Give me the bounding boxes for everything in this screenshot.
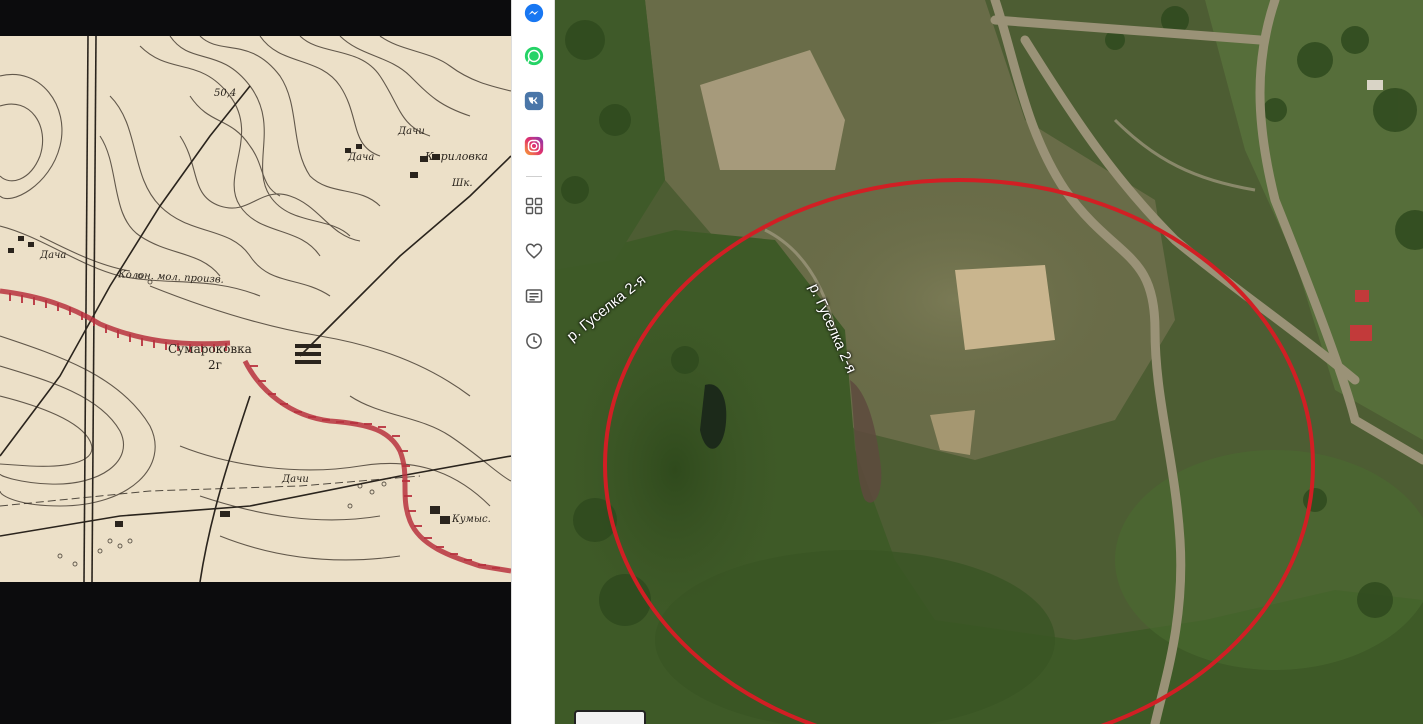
old-map-panel: 50,4 Дачи Дача Кириловка Шк. Дача Колон.…	[0, 0, 511, 724]
instagram-button[interactable]	[521, 133, 547, 159]
reading-list-button[interactable]	[521, 283, 547, 309]
sidebar-divider	[526, 176, 542, 177]
whatsapp-icon	[524, 46, 544, 66]
map-label-dachi-south: Дачи	[282, 474, 309, 485]
old-topographic-map-image: 50,4 Дачи Дача Кириловка Шк. Дача Колон.…	[0, 36, 511, 582]
map-layer-toggle[interactable]	[574, 710, 646, 724]
map-label-dachi: Дачи	[398, 126, 425, 137]
apps-button[interactable]	[521, 193, 547, 219]
messenger-button[interactable]	[521, 0, 547, 26]
satellite-map-panel[interactable]: р. Гуселка 2-я р. Гуселка 2-я	[555, 0, 1423, 724]
history-button[interactable]	[521, 328, 547, 354]
apps-grid-icon	[525, 197, 543, 215]
heart-icon	[525, 243, 543, 259]
browser-sidebar	[511, 0, 555, 724]
vk-icon	[524, 91, 544, 111]
instagram-icon	[524, 136, 544, 156]
vk-button[interactable]	[521, 88, 547, 114]
favorites-button[interactable]	[521, 238, 547, 264]
map-label-2g: 2г	[208, 358, 222, 372]
messenger-icon	[524, 3, 544, 23]
map-label-shk: Шк.	[452, 178, 473, 189]
map-label-sumarokovka: Сумароковка	[168, 342, 252, 356]
reading-list-icon	[525, 289, 543, 303]
map-label-kirillovka: Кириловка	[425, 150, 488, 163]
map-label-kumys: Кумыс.	[452, 514, 491, 525]
map-label-elevation: 50,4	[214, 88, 237, 99]
map-label-dacha: Дача	[348, 152, 375, 163]
whatsapp-button[interactable]	[521, 43, 547, 69]
history-clock-icon	[526, 333, 542, 349]
map-label-dacha-west: Дача	[40, 250, 67, 261]
